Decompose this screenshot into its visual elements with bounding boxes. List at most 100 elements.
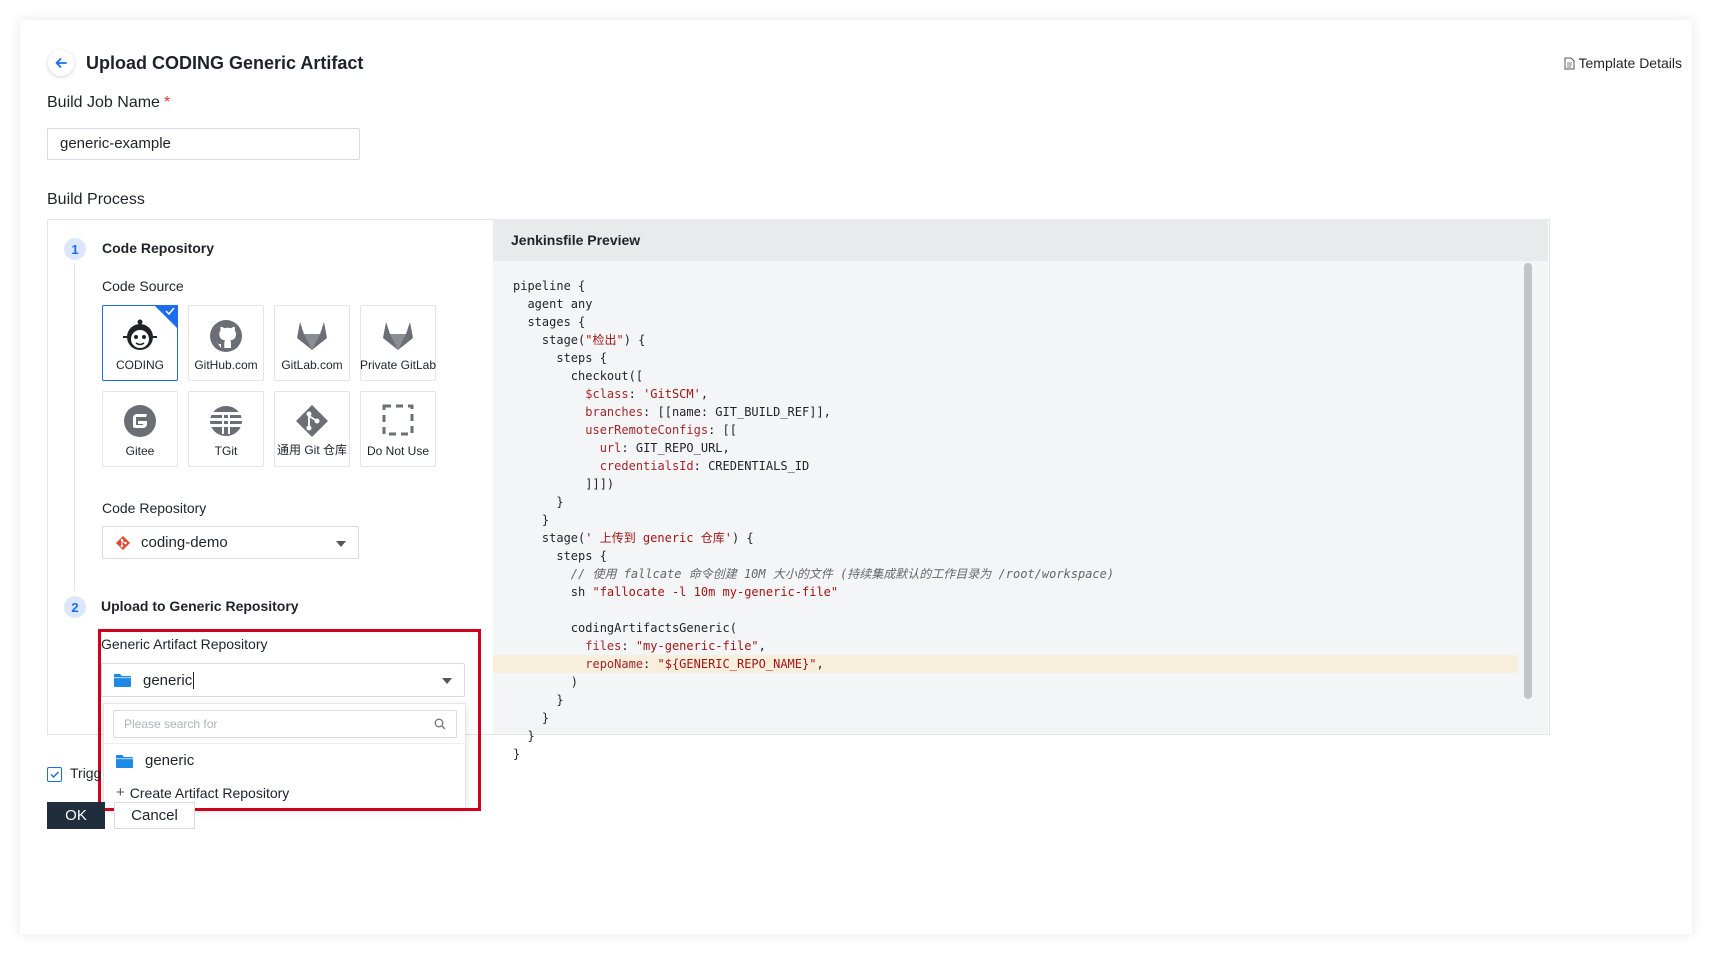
code-line: sh "fallocate -l 10m my-generic-file" (513, 585, 839, 599)
code-line: } (513, 711, 550, 725)
code-line: } (513, 495, 564, 509)
code-line: $class: 'GitSCM', (585, 387, 709, 401)
source-label: 通用 Git 仓库 (276, 443, 347, 457)
code-line: pipeline { (513, 279, 586, 293)
code-line: steps { (513, 351, 607, 365)
gitee-icon (124, 405, 156, 437)
code-line: } (513, 729, 535, 743)
code-repository-value: coding-demo (141, 534, 228, 551)
code-line: codingArtifactsGeneric( (513, 621, 737, 635)
template-details-label: Template Details (1578, 55, 1683, 71)
create-artifact-repository[interactable]: + Create Artifact Repository (116, 784, 289, 801)
code-line: } (513, 747, 521, 761)
code-line: userRemoteConfigs: [[ (585, 423, 737, 437)
plus-icon: + (116, 784, 125, 801)
search-icon (434, 718, 446, 730)
option-generic[interactable]: generic (116, 752, 194, 769)
source-label: Gitee (125, 444, 155, 458)
build-job-name-label: Build Job Name * (47, 94, 170, 112)
source-label: CODING (116, 358, 164, 372)
template-details-link[interactable]: Template Details (1564, 55, 1683, 71)
cancel-button[interactable]: Cancel (114, 802, 195, 829)
arrow-left-icon (55, 58, 67, 68)
code-repository-select[interactable]: coding-demo (102, 526, 359, 559)
jenkinsfile-preview-panel: Jenkinsfile Preview pipeline { agent any… (493, 219, 1548, 761)
folder-icon (116, 754, 133, 768)
required-mark: * (163, 94, 171, 111)
preview-title: Jenkinsfile Preview (493, 219, 1548, 261)
source-tile-generic-git[interactable]: 通用 Git 仓库 (274, 391, 350, 467)
create-label: Create Artifact Repository (129, 784, 290, 801)
step-1-title: Code Repository (102, 240, 215, 256)
code-line: // 使用 fallcate 命令创建 10M 大小的文件 (持续集成默认的工作… (513, 567, 1115, 581)
dashed-square-icon (382, 404, 414, 436)
ok-button[interactable]: OK (47, 802, 105, 829)
code-line: } (513, 693, 564, 707)
source-label: Private GitLab (359, 358, 437, 372)
code-line: stage("检出") { (513, 333, 646, 347)
scrollbar[interactable] (1524, 263, 1532, 699)
trigger-label: Trigg (70, 765, 102, 781)
artifact-repository-value: generic (143, 671, 193, 689)
build-process-label: Build Process (47, 191, 145, 208)
step-2-title: Upload to Generic Repository (101, 598, 299, 614)
source-tile-do-not-use[interactable]: Do Not Use (360, 391, 436, 467)
source-tile-gitlab[interactable]: GitLab.com (274, 305, 350, 381)
code-line: steps { (513, 549, 607, 563)
gitlab-icon (297, 322, 327, 350)
back-button[interactable] (48, 50, 74, 76)
check-icon (50, 771, 60, 779)
source-tile-github[interactable]: GitHub.com (188, 305, 264, 381)
code-line: branches: [[name: GIT_BUILD_REF]], (585, 405, 831, 419)
code-repository-label: Code Repository (102, 500, 207, 516)
source-tile-private-gitlab[interactable]: Private GitLab (360, 305, 436, 381)
tgit-icon (210, 406, 242, 436)
source-label: GitHub.com (194, 358, 258, 372)
github-icon (210, 320, 242, 352)
folder-icon (114, 674, 131, 687)
page-header: Upload CODING Generic Artifact (48, 50, 363, 76)
gitlab-icon (383, 322, 413, 350)
code-line: repoName: "${GENERIC_REPO_NAME}", (493, 655, 1518, 673)
artifact-repository-select[interactable]: generic (101, 663, 465, 697)
jenkinsfile-code: pipeline { agent any stages { stage("检出"… (493, 277, 1518, 763)
step-number-2: 2 (64, 596, 86, 618)
check-icon (165, 307, 175, 315)
source-tile-coding[interactable]: CODING (102, 305, 178, 381)
code-line: stage(' 上传到 generic 仓库') { (513, 531, 754, 545)
source-tile-tgit[interactable]: TGit (188, 391, 264, 467)
code-line: url: GIT_REPO_URL, (599, 441, 730, 455)
code-line: } (513, 513, 550, 527)
page-title: Upload CODING Generic Artifact (86, 52, 364, 73)
repository-search-input[interactable]: Please search for (113, 710, 457, 738)
coding-icon (123, 319, 157, 350)
source-label: GitLab.com (281, 358, 343, 372)
step-number-1: 1 (64, 238, 86, 260)
code-line: stages { (513, 315, 586, 329)
build-job-name-input[interactable]: generic-example (47, 128, 360, 160)
chevron-down-icon (336, 541, 346, 547)
code-line: ) (513, 675, 579, 689)
document-icon (1564, 57, 1574, 69)
source-tile-gitee[interactable]: Gitee (102, 391, 178, 467)
build-job-name-text: Build Job Name (47, 94, 160, 111)
code-line: credentialsId: CREDENTIALS_ID (599, 459, 810, 473)
code-line: checkout([ (513, 369, 644, 383)
artifact-repository-dropdown: Please search for generic + Create Artif… (103, 703, 466, 809)
source-label: TGit (214, 444, 238, 458)
code-line: ]]]) (513, 477, 615, 491)
chevron-down-icon (442, 678, 452, 684)
code-line: agent any (513, 297, 593, 311)
step-connector (74, 263, 75, 591)
code-line: files: "my-generic-file", (585, 639, 766, 653)
git-icon (296, 405, 328, 437)
trigger-checkbox[interactable] (47, 767, 62, 782)
dropdown-divider (104, 743, 465, 744)
search-placeholder: Please search for (124, 717, 218, 731)
artifact-repository-label: Generic Artifact Repository (101, 636, 268, 652)
source-label: Do Not Use (366, 444, 430, 458)
code-source-label: Code Source (102, 278, 184, 294)
text-cursor (193, 671, 195, 689)
option-label: generic (145, 752, 195, 769)
